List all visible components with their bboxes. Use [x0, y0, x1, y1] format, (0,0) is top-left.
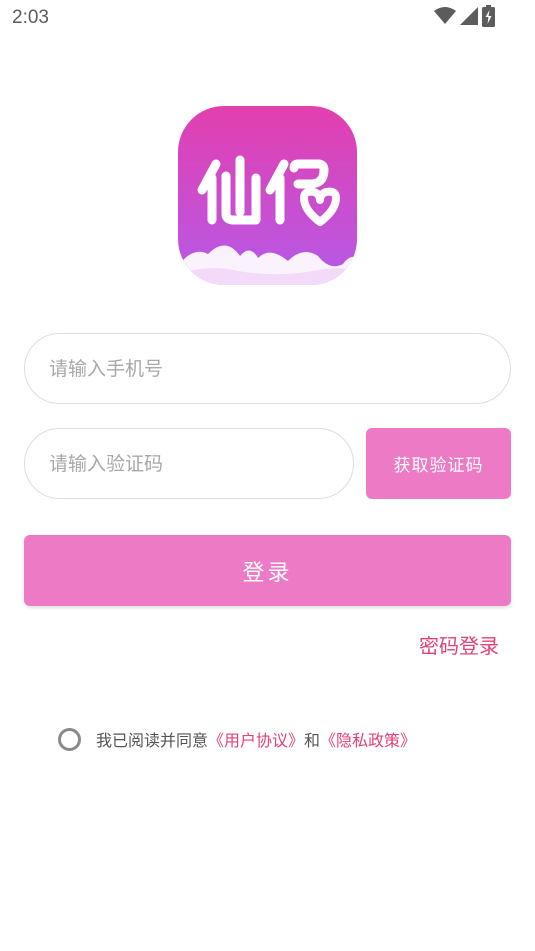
password-login-link[interactable]: 密码登录	[419, 630, 499, 659]
wifi-icon	[434, 7, 456, 29]
code-field[interactable]	[24, 428, 354, 499]
status-icons	[434, 5, 495, 31]
agreement-conjunction: 和	[304, 731, 321, 750]
app-logo	[178, 106, 357, 285]
privacy-policy-link[interactable]: 《隐私政策》	[320, 727, 416, 751]
get-code-button[interactable]: 获取验证码	[366, 428, 511, 499]
login-button[interactable]: 登录	[24, 535, 511, 606]
phone-field[interactable]	[24, 333, 511, 404]
status-time: 2:03	[12, 7, 49, 28]
user-agreement-link[interactable]: 《用户协议》	[208, 727, 304, 751]
phone-input[interactable]	[49, 334, 494, 403]
login-button-label: 登录	[242, 560, 293, 586]
verification-code-input[interactable]	[49, 429, 337, 498]
agreement-prefix: 我已阅读并同意	[96, 731, 209, 750]
battery-charging-icon	[482, 5, 495, 31]
signal-icon	[460, 7, 478, 29]
agreement-radio[interactable]	[58, 727, 81, 751]
agreement-row: 我已阅读并同意 《用户协议》 和 《隐私政策》	[57, 724, 416, 754]
get-code-button-label: 获取验证码	[393, 456, 484, 476]
status-bar: 2:03	[0, 0, 535, 38]
